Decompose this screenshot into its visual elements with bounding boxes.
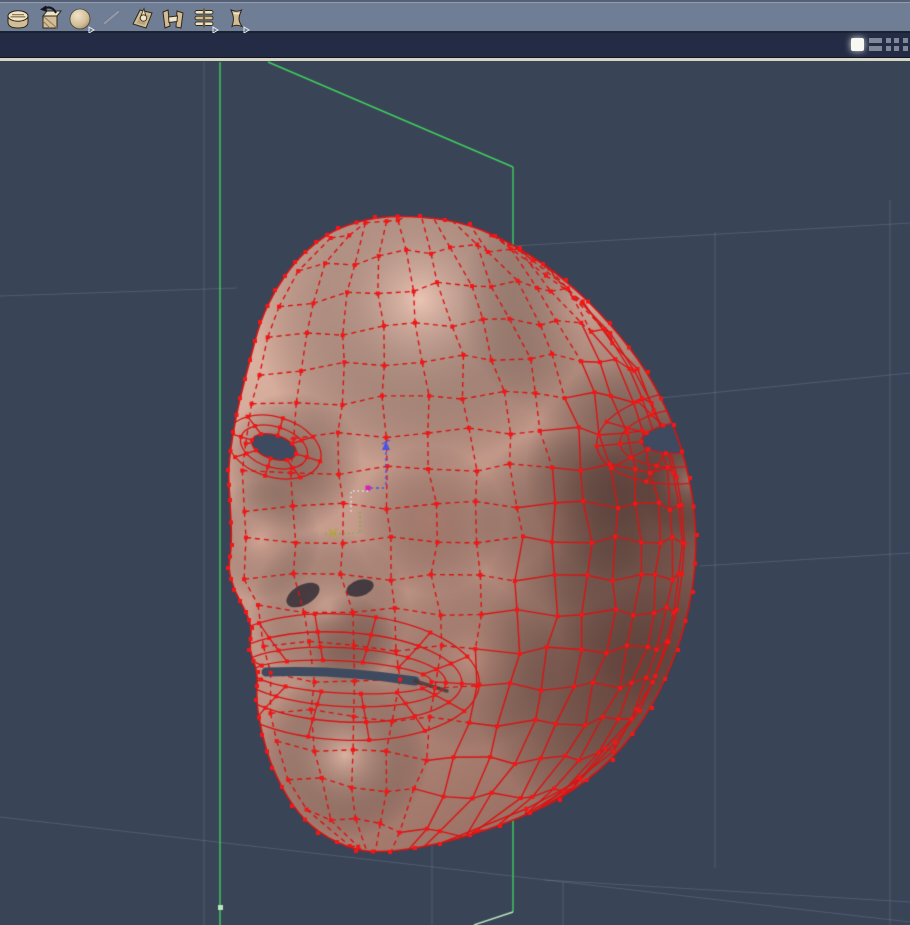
viewport-3d[interactable] [0,61,910,925]
tool-loop-stack-tool[interactable] [188,3,219,32]
main-toolbar [0,0,910,33]
plate-normal-icon [128,4,156,32]
tool-import-box-tool[interactable] [33,3,64,32]
tool-bend-bone-tool[interactable] [219,3,250,32]
layout-quad-alt-button[interactable] [903,38,910,51]
tool-disc-stack-tool[interactable] [2,3,33,32]
application-window [0,0,910,925]
tool-bridge-tool[interactable] [157,3,188,32]
layout-split-horizontal-button[interactable] [869,38,882,51]
3d-scene-canvas[interactable] [0,61,910,925]
import-box-icon [35,4,63,32]
line-icon [97,4,125,32]
tool-line-tool[interactable] [95,3,126,32]
layout-quad-button[interactable] [886,38,899,51]
tool-sphere-primitive-tool[interactable] [64,3,95,32]
layout-single-button[interactable] [851,38,864,51]
viewport-header-bar [0,33,910,58]
bridge-icon [159,4,187,32]
tool-normal-plate-tool[interactable] [126,3,157,32]
disc-stack-icon [4,4,32,32]
